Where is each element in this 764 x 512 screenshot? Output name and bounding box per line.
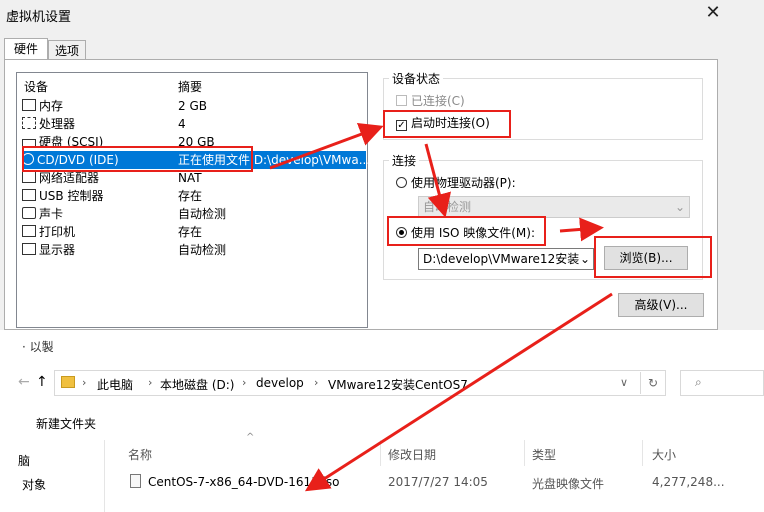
annotation-arrow [559, 217, 604, 242]
annotation-arrow [269, 122, 384, 170]
annotation-arrows [269, 122, 613, 492]
annotation-arrow [304, 292, 613, 492]
annotation-arrow [424, 143, 451, 218]
